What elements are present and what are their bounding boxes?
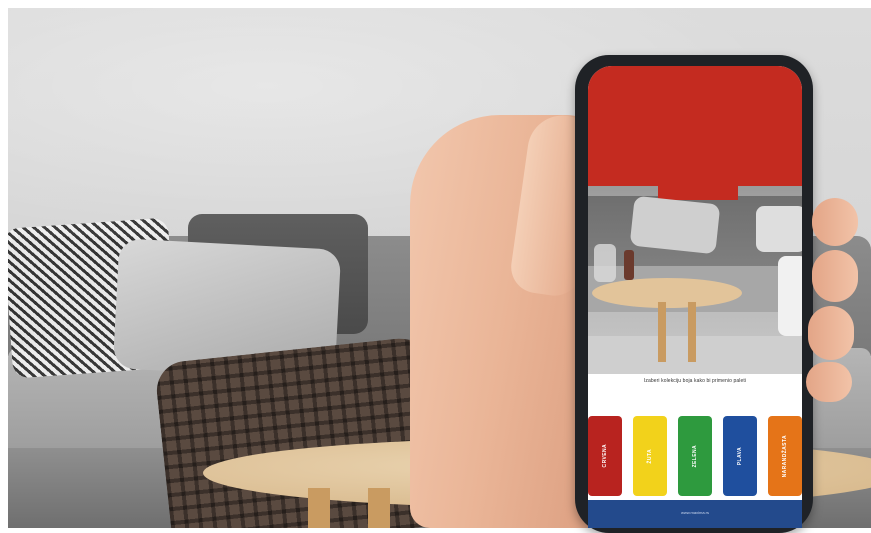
finger <box>806 362 852 402</box>
room-vase <box>594 244 616 282</box>
room-wall-color <box>658 186 738 200</box>
room-bottle <box>624 250 634 280</box>
palette-label: CRVENA <box>602 444 608 468</box>
selected-color-preview <box>588 66 802 190</box>
room-table-leg <box>688 302 696 362</box>
phone-screen: Izaberi kolekciju boja kako bi primenio … <box>588 66 802 528</box>
palette-selector: CRVENA ŽUTA ZELENA PLAVA NARANDŽASTA <box>588 416 802 498</box>
room-chair-arm <box>778 256 802 336</box>
room-table <box>592 278 742 308</box>
room-pillow <box>629 195 721 255</box>
palette-prompt: Izaberi kolekciju boja kako bi primenio … <box>643 378 747 384</box>
palette-button-blue[interactable]: PLAVA <box>723 416 757 496</box>
palette-label: ZELENA <box>692 444 698 468</box>
palette-label: NARANDŽASTA <box>782 434 788 478</box>
palette-label: ŽUTA <box>647 448 653 464</box>
room-table-leg <box>658 302 666 362</box>
finger <box>808 306 854 360</box>
footer-bar: www.maxima.rs <box>588 500 802 528</box>
finger <box>812 198 858 246</box>
footer-link[interactable]: www.maxima.rs <box>588 510 802 515</box>
palette-button-yellow[interactable]: ŽUTA <box>633 416 667 496</box>
room-pillow <box>756 206 802 252</box>
palette-button-orange[interactable]: NARANDŽASTA <box>768 416 802 496</box>
palette-label: PLAVA <box>737 446 743 466</box>
palette-button-green[interactable]: ZELENA <box>678 416 712 496</box>
finger <box>812 250 858 302</box>
room-preview-image <box>588 186 802 374</box>
table-leg <box>368 488 390 528</box>
palette-button-red[interactable]: CRVENA <box>588 416 622 496</box>
table-leg <box>308 488 330 528</box>
